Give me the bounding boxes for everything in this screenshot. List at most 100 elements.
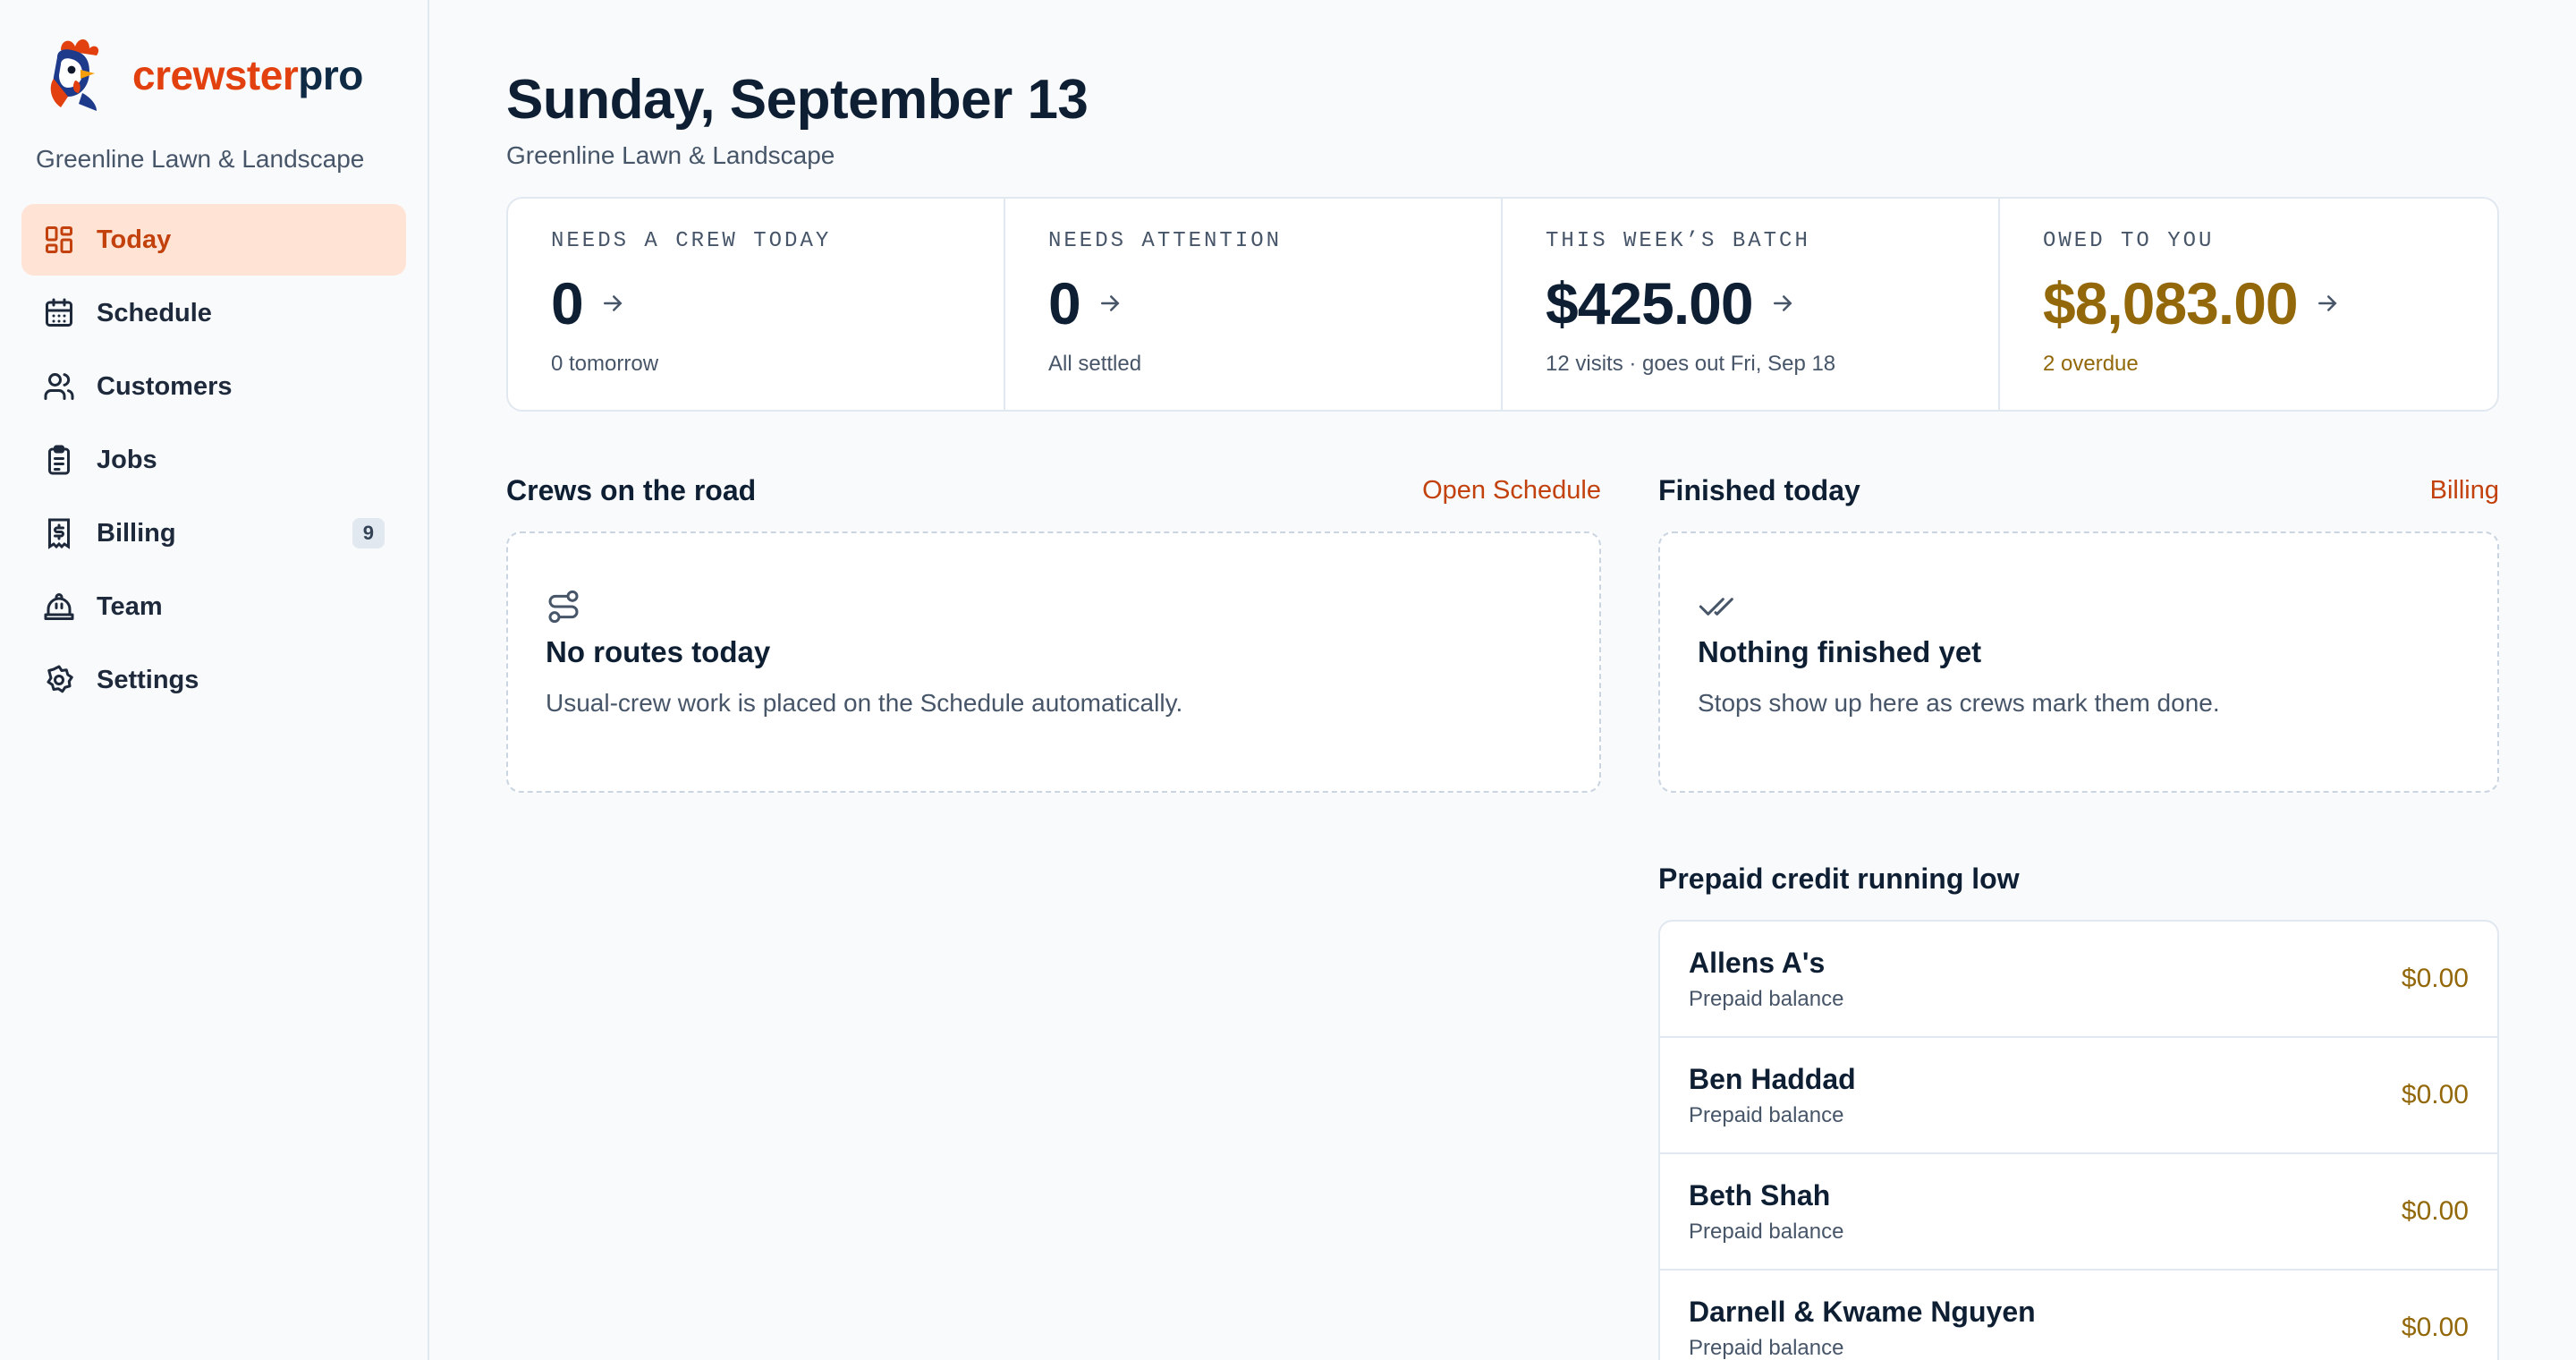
section-title: Crews on the road bbox=[506, 473, 757, 506]
stat-value-row: $8,083.00 bbox=[2043, 269, 2454, 337]
stat-owed-to-you[interactable]: OWED TO YOU $8,083.00 2 overdue bbox=[2000, 199, 2497, 410]
finished-empty-state: Nothing finished yet Stops show up here … bbox=[1658, 531, 2499, 793]
stat-label: OWED TO YOU bbox=[2043, 229, 2215, 253]
stats-summary: NEEDS A CREW TODAY 0 0 tomorrow NEEDS AT… bbox=[506, 197, 2499, 412]
sidebar-item-label: Customers bbox=[97, 371, 233, 401]
sidebar-item-label: Today bbox=[97, 225, 172, 254]
prepaid-list: Allens A's Prepaid balance $0.00 Ben Had… bbox=[1658, 920, 2499, 1360]
customer-subtext: Prepaid balance bbox=[1689, 1335, 1844, 1360]
customer-info: Ben Haddad Prepaid balance bbox=[1689, 1063, 1856, 1128]
sidebar-item-billing[interactable]: Billing 9 bbox=[21, 497, 406, 569]
arrow-right-icon bbox=[599, 290, 626, 317]
billing-link[interactable]: Billing bbox=[2430, 476, 2499, 506]
dashboard-columns: Crews on the road Open Schedule No route… bbox=[506, 472, 2499, 1360]
empty-state-description: Usual-crew work is placed on the Schedul… bbox=[546, 689, 1183, 717]
stat-value-row: $425.00 bbox=[1546, 269, 1955, 337]
stat-value-row: 0 bbox=[551, 269, 961, 337]
sidebar-item-label: Billing bbox=[97, 518, 176, 548]
gear-icon bbox=[43, 664, 75, 696]
double-check-icon bbox=[1698, 589, 1733, 625]
arrow-right-icon bbox=[2314, 290, 2341, 317]
brand-logo[interactable]: crewsterpro bbox=[21, 32, 406, 118]
stat-label: THIS WEEK’S BATCH bbox=[1546, 229, 1810, 253]
calendar-icon bbox=[43, 297, 75, 329]
sidebar-item-schedule[interactable]: Schedule bbox=[21, 277, 406, 349]
customer-subtext: Prepaid balance bbox=[1689, 1219, 1844, 1244]
billing-count-badge: 9 bbox=[352, 518, 385, 548]
prepaid-amount: $0.00 bbox=[2401, 1080, 2469, 1109]
list-item[interactable]: Allens A's Prepaid balance $0.00 bbox=[1660, 922, 2497, 1038]
prepaid-section: Prepaid credit running low Allens A's Pr… bbox=[1658, 861, 2499, 1360]
sidebar-item-label: Jobs bbox=[97, 445, 157, 474]
brand-word-part1: crewster bbox=[132, 52, 299, 98]
section-header: Finished today Billing bbox=[1658, 472, 2499, 508]
stat-note: 0 tomorrow bbox=[551, 352, 659, 376]
stat-value: $8,083.00 bbox=[2043, 270, 2299, 336]
clipboard-icon bbox=[43, 444, 75, 476]
stat-label: NEEDS A CREW TODAY bbox=[551, 229, 832, 253]
section-title: Prepaid credit running low bbox=[1658, 862, 2020, 895]
stat-value: 0 bbox=[551, 270, 584, 336]
customer-info: Beth Shah Prepaid balance bbox=[1689, 1179, 1843, 1245]
empty-state-title: Nothing finished yet bbox=[1698, 635, 1982, 668]
route-icon bbox=[546, 589, 581, 625]
crews-section: Crews on the road Open Schedule No route… bbox=[506, 472, 1601, 1360]
sidebar-nav: Today Schedule Customers Jobs Billing 9 … bbox=[21, 204, 406, 716]
main-content: Sunday, September 13 Greenline Lawn & La… bbox=[429, 0, 2576, 1360]
section-header: Prepaid credit running low bbox=[1658, 861, 2499, 897]
sidebar-item-label: Team bbox=[97, 591, 163, 621]
page-subtitle: Greenline Lawn & Landscape bbox=[506, 141, 835, 169]
section-header: Crews on the road Open Schedule bbox=[506, 472, 1601, 508]
sidebar: crewsterpro Greenline Lawn & Landscape T… bbox=[0, 0, 429, 1360]
sidebar-item-label: Settings bbox=[97, 665, 199, 694]
customer-subtext: Prepaid balance bbox=[1689, 1102, 1844, 1127]
customer-info: Allens A's Prepaid balance bbox=[1689, 947, 1843, 1012]
customer-name: Ben Haddad bbox=[1689, 1062, 1856, 1095]
stat-weekly-batch[interactable]: THIS WEEK’S BATCH $425.00 12 visits · go… bbox=[1503, 199, 2000, 410]
stat-needs-attention[interactable]: NEEDS ATTENTION 0 All settled bbox=[1005, 199, 1503, 410]
stat-value-row: 0 bbox=[1048, 269, 1458, 337]
section-title: Finished today bbox=[1658, 473, 1860, 506]
stat-label: NEEDS ATTENTION bbox=[1048, 229, 1283, 253]
sidebar-item-team[interactable]: Team bbox=[21, 571, 406, 642]
sidebar-item-jobs[interactable]: Jobs bbox=[21, 424, 406, 496]
sidebar-item-label: Schedule bbox=[97, 298, 212, 327]
stat-note: 2 overdue bbox=[2043, 352, 2139, 376]
brand-word-part2: pro bbox=[298, 52, 363, 98]
rooster-logo-icon bbox=[50, 38, 99, 111]
arrow-right-icon bbox=[1097, 290, 1123, 317]
customer-info: Darnell & Kwame Nguyen Prepaid balance bbox=[1689, 1296, 2036, 1360]
list-item[interactable]: Beth Shah Prepaid balance $0.00 bbox=[1660, 1154, 2497, 1271]
crews-empty-state: No routes today Usual-crew work is place… bbox=[506, 531, 1601, 793]
sidebar-item-today[interactable]: Today bbox=[21, 204, 406, 276]
customer-name: Darnell & Kwame Nguyen bbox=[1689, 1295, 2036, 1328]
sidebar-item-settings[interactable]: Settings bbox=[21, 644, 406, 716]
stat-value: $425.00 bbox=[1546, 270, 1754, 336]
finished-section: Finished today Billing Nothing finished … bbox=[1658, 472, 2499, 793]
right-column: Finished today Billing Nothing finished … bbox=[1658, 472, 2499, 1360]
organization-name: Greenline Lawn & Landscape bbox=[36, 145, 365, 173]
dashboard-icon bbox=[43, 224, 75, 256]
brand-wordmark: crewsterpro bbox=[132, 51, 363, 99]
open-schedule-link[interactable]: Open Schedule bbox=[1422, 476, 1601, 506]
prepaid-amount: $0.00 bbox=[2401, 1313, 2469, 1342]
customer-name: Beth Shah bbox=[1689, 1178, 1831, 1211]
list-item[interactable]: Darnell & Kwame Nguyen Prepaid balance $… bbox=[1660, 1271, 2497, 1360]
hard-hat-icon bbox=[43, 591, 75, 623]
stat-note: 12 visits · goes out Fri, Sep 18 bbox=[1546, 352, 1836, 376]
users-icon bbox=[43, 370, 75, 403]
customer-name: Allens A's bbox=[1689, 946, 1826, 979]
customer-subtext: Prepaid balance bbox=[1689, 986, 1844, 1011]
prepaid-amount: $0.00 bbox=[2401, 964, 2469, 993]
stat-value: 0 bbox=[1048, 270, 1081, 336]
arrow-right-icon bbox=[1769, 290, 1796, 317]
empty-state-description: Stops show up here as crews mark them do… bbox=[1698, 689, 2220, 717]
empty-state-title: No routes today bbox=[546, 635, 771, 668]
page-title: Sunday, September 13 bbox=[506, 69, 1089, 131]
prepaid-amount: $0.00 bbox=[2401, 1196, 2469, 1226]
list-item[interactable]: Ben Haddad Prepaid balance $0.00 bbox=[1660, 1038, 2497, 1154]
stat-needs-crew[interactable]: NEEDS A CREW TODAY 0 0 tomorrow bbox=[508, 199, 1005, 410]
sidebar-item-customers[interactable]: Customers bbox=[21, 351, 406, 422]
receipt-dollar-icon bbox=[43, 517, 75, 549]
stat-note: All settled bbox=[1048, 352, 1142, 376]
